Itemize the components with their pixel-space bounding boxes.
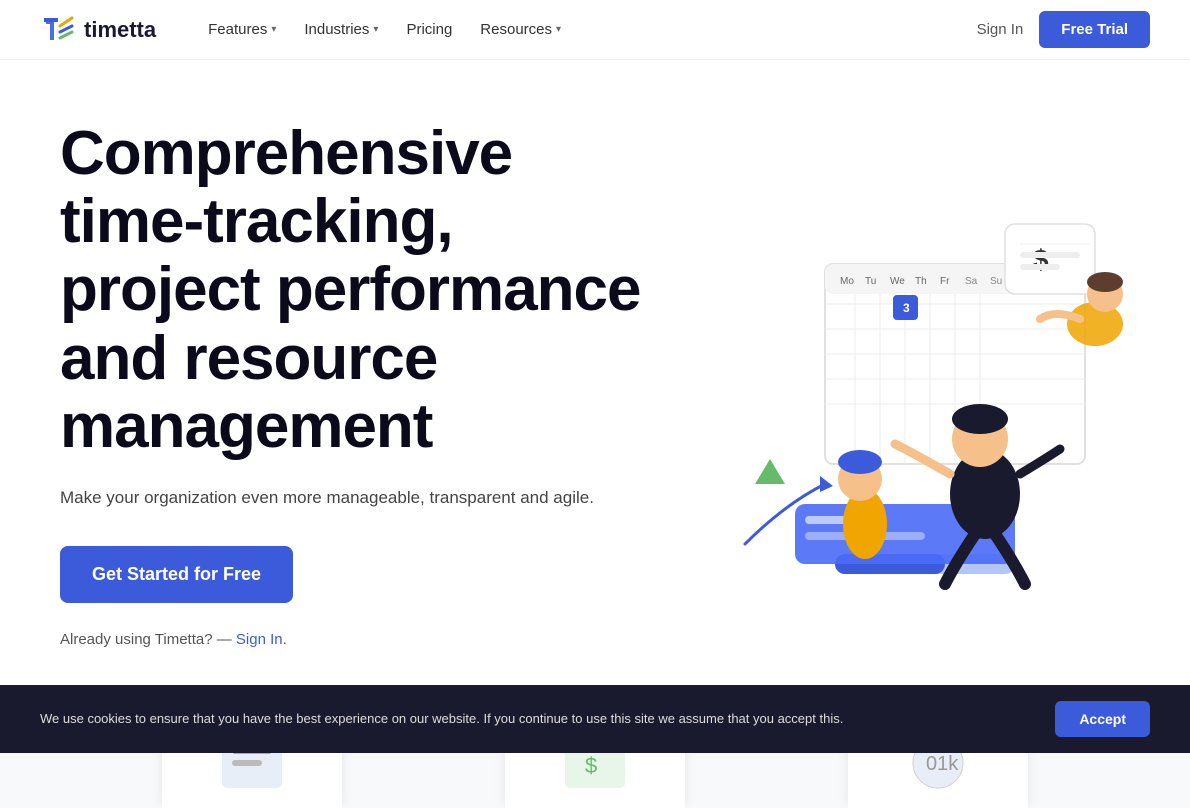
svg-text:We: We [890, 276, 905, 287]
hero-content: Comprehensive time-tracking, project per… [60, 120, 660, 648]
already-using-text: Already using Timetta? — Sign In. [60, 631, 660, 648]
hero-svg: Mo Tu We Th Fr Sa Su 3 [665, 164, 1145, 604]
svg-text:Su: Su [990, 276, 1002, 287]
nav-features[interactable]: Features ▾ [196, 13, 288, 46]
cookie-bar: We use cookies to ensure that you have t… [0, 685, 1190, 753]
nav-industries[interactable]: Industries ▾ [292, 13, 390, 46]
svg-text:Tu: Tu [865, 276, 876, 287]
logo-text: timetta [84, 17, 156, 43]
svg-text:Th: Th [915, 276, 927, 287]
svg-text:Mo: Mo [840, 276, 854, 287]
navbar: timetta Features ▾ Industries ▾ Pricing … [0, 0, 1190, 60]
svg-text:Sa: Sa [965, 276, 978, 287]
hero-section: Comprehensive time-tracking, project per… [0, 60, 1190, 688]
hero-illustration: Mo Tu We Th Fr Sa Su 3 [660, 154, 1151, 614]
chevron-down-icon: ▾ [271, 24, 276, 35]
hero-subtitle: Make your organization even more managea… [60, 485, 660, 511]
svg-text:Fr: Fr [940, 276, 950, 287]
nav-resources[interactable]: Resources ▾ [468, 13, 573, 46]
chevron-down-icon: ▾ [373, 24, 378, 35]
sign-in-link[interactable]: Sign In [977, 21, 1024, 38]
svg-text:01k: 01k [926, 753, 959, 775]
cookie-text: We use cookies to ensure that you have t… [40, 709, 1035, 729]
chevron-down-icon: ▾ [556, 24, 561, 35]
svg-text:$: $ [585, 753, 597, 778]
nav-links: Features ▾ Industries ▾ Pricing Resource… [196, 13, 976, 46]
get-started-button[interactable]: Get Started for Free [60, 546, 293, 603]
nav-actions: Sign In Free Trial [977, 11, 1150, 48]
svg-text:$: $ [1033, 244, 1049, 275]
logo[interactable]: timetta [40, 12, 156, 48]
svg-text:3: 3 [903, 301, 910, 315]
nav-pricing[interactable]: Pricing [394, 13, 464, 46]
sign-in-link-hero[interactable]: Sign In [236, 631, 283, 648]
free-trial-button[interactable]: Free Trial [1039, 11, 1150, 48]
hero-title: Comprehensive time-tracking, project per… [60, 120, 660, 461]
logo-icon [40, 12, 76, 48]
cookie-accept-button[interactable]: Accept [1055, 701, 1150, 737]
